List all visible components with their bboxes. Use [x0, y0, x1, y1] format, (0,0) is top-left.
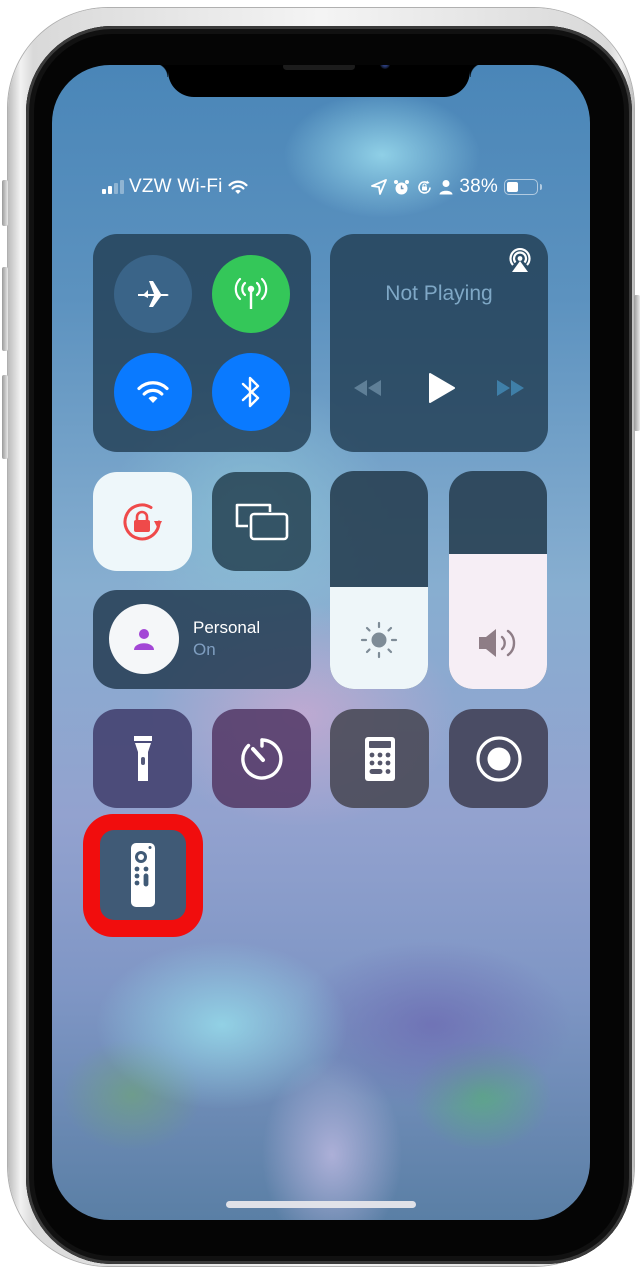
bluetooth-icon [240, 375, 262, 409]
volume-up-button [2, 267, 8, 351]
wifi-toggle[interactable] [114, 353, 192, 431]
focus-module[interactable]: Personal On [93, 590, 311, 689]
volume-slider[interactable] [449, 471, 547, 689]
brightness-slider[interactable] [330, 471, 428, 689]
play-icon[interactable] [428, 372, 456, 404]
wifi-icon [136, 379, 170, 405]
wifi-icon [228, 179, 248, 195]
battery-percent: 38% [459, 176, 498, 197]
alarm-icon [393, 179, 410, 196]
airplay-audio-icon[interactable] [506, 246, 534, 274]
timer-icon [239, 736, 285, 782]
mute-switch [2, 180, 8, 226]
flashlight-icon [133, 735, 153, 783]
location-arrow-icon [371, 179, 388, 195]
home-indicator[interactable] [226, 1201, 416, 1208]
antenna-icon [233, 277, 269, 311]
battery-level [507, 182, 518, 192]
notch [154, 65, 484, 97]
connectivity-module [93, 234, 311, 452]
front-camera [380, 65, 390, 69]
earpiece-speaker [283, 65, 355, 70]
timer-button[interactable] [212, 709, 311, 808]
fast-forward-icon[interactable] [494, 378, 526, 398]
calculator-button[interactable] [330, 709, 429, 808]
focus-name: Personal [193, 618, 261, 637]
screen-recording-button[interactable] [449, 709, 548, 808]
rotation-lock-icon [117, 499, 169, 545]
volume-level [449, 553, 547, 689]
carrier-label: VZW Wi-Fi [129, 176, 223, 197]
person-icon [132, 627, 156, 651]
sun-icon [358, 619, 400, 661]
status-bar: VZW Wi-Fi 38% [52, 175, 590, 199]
speaker-icon [476, 625, 520, 661]
rewind-icon[interactable] [352, 378, 384, 398]
apple-tv-remote-button[interactable] [100, 830, 186, 920]
focus-avatar [109, 604, 179, 674]
now-playing-module[interactable]: Not Playing [330, 234, 548, 452]
cellular-data-toggle[interactable] [212, 255, 290, 333]
screen-mirroring-icon [234, 502, 290, 542]
bluetooth-toggle[interactable] [212, 353, 290, 431]
rotation-lock-icon [416, 179, 433, 196]
control-center-screen: VZW Wi-Fi 38% Not Playing Personal On [52, 65, 590, 1220]
side-button [634, 295, 640, 431]
screen-record-icon [475, 735, 523, 783]
cellular-signal-icon [102, 180, 124, 194]
media-title: Not Playing [385, 282, 493, 305]
volume-down-button [2, 375, 8, 459]
focus-state: On [193, 640, 216, 659]
airplane-mode-toggle[interactable] [114, 255, 192, 333]
orientation-lock-toggle[interactable] [93, 472, 192, 571]
tv-remote-icon [130, 842, 156, 908]
screen-mirroring-button[interactable] [212, 472, 311, 571]
battery-icon [504, 179, 542, 195]
person-icon [439, 179, 453, 195]
airplane-icon [136, 279, 170, 309]
flashlight-button[interactable] [93, 709, 192, 808]
calculator-icon [364, 736, 396, 782]
